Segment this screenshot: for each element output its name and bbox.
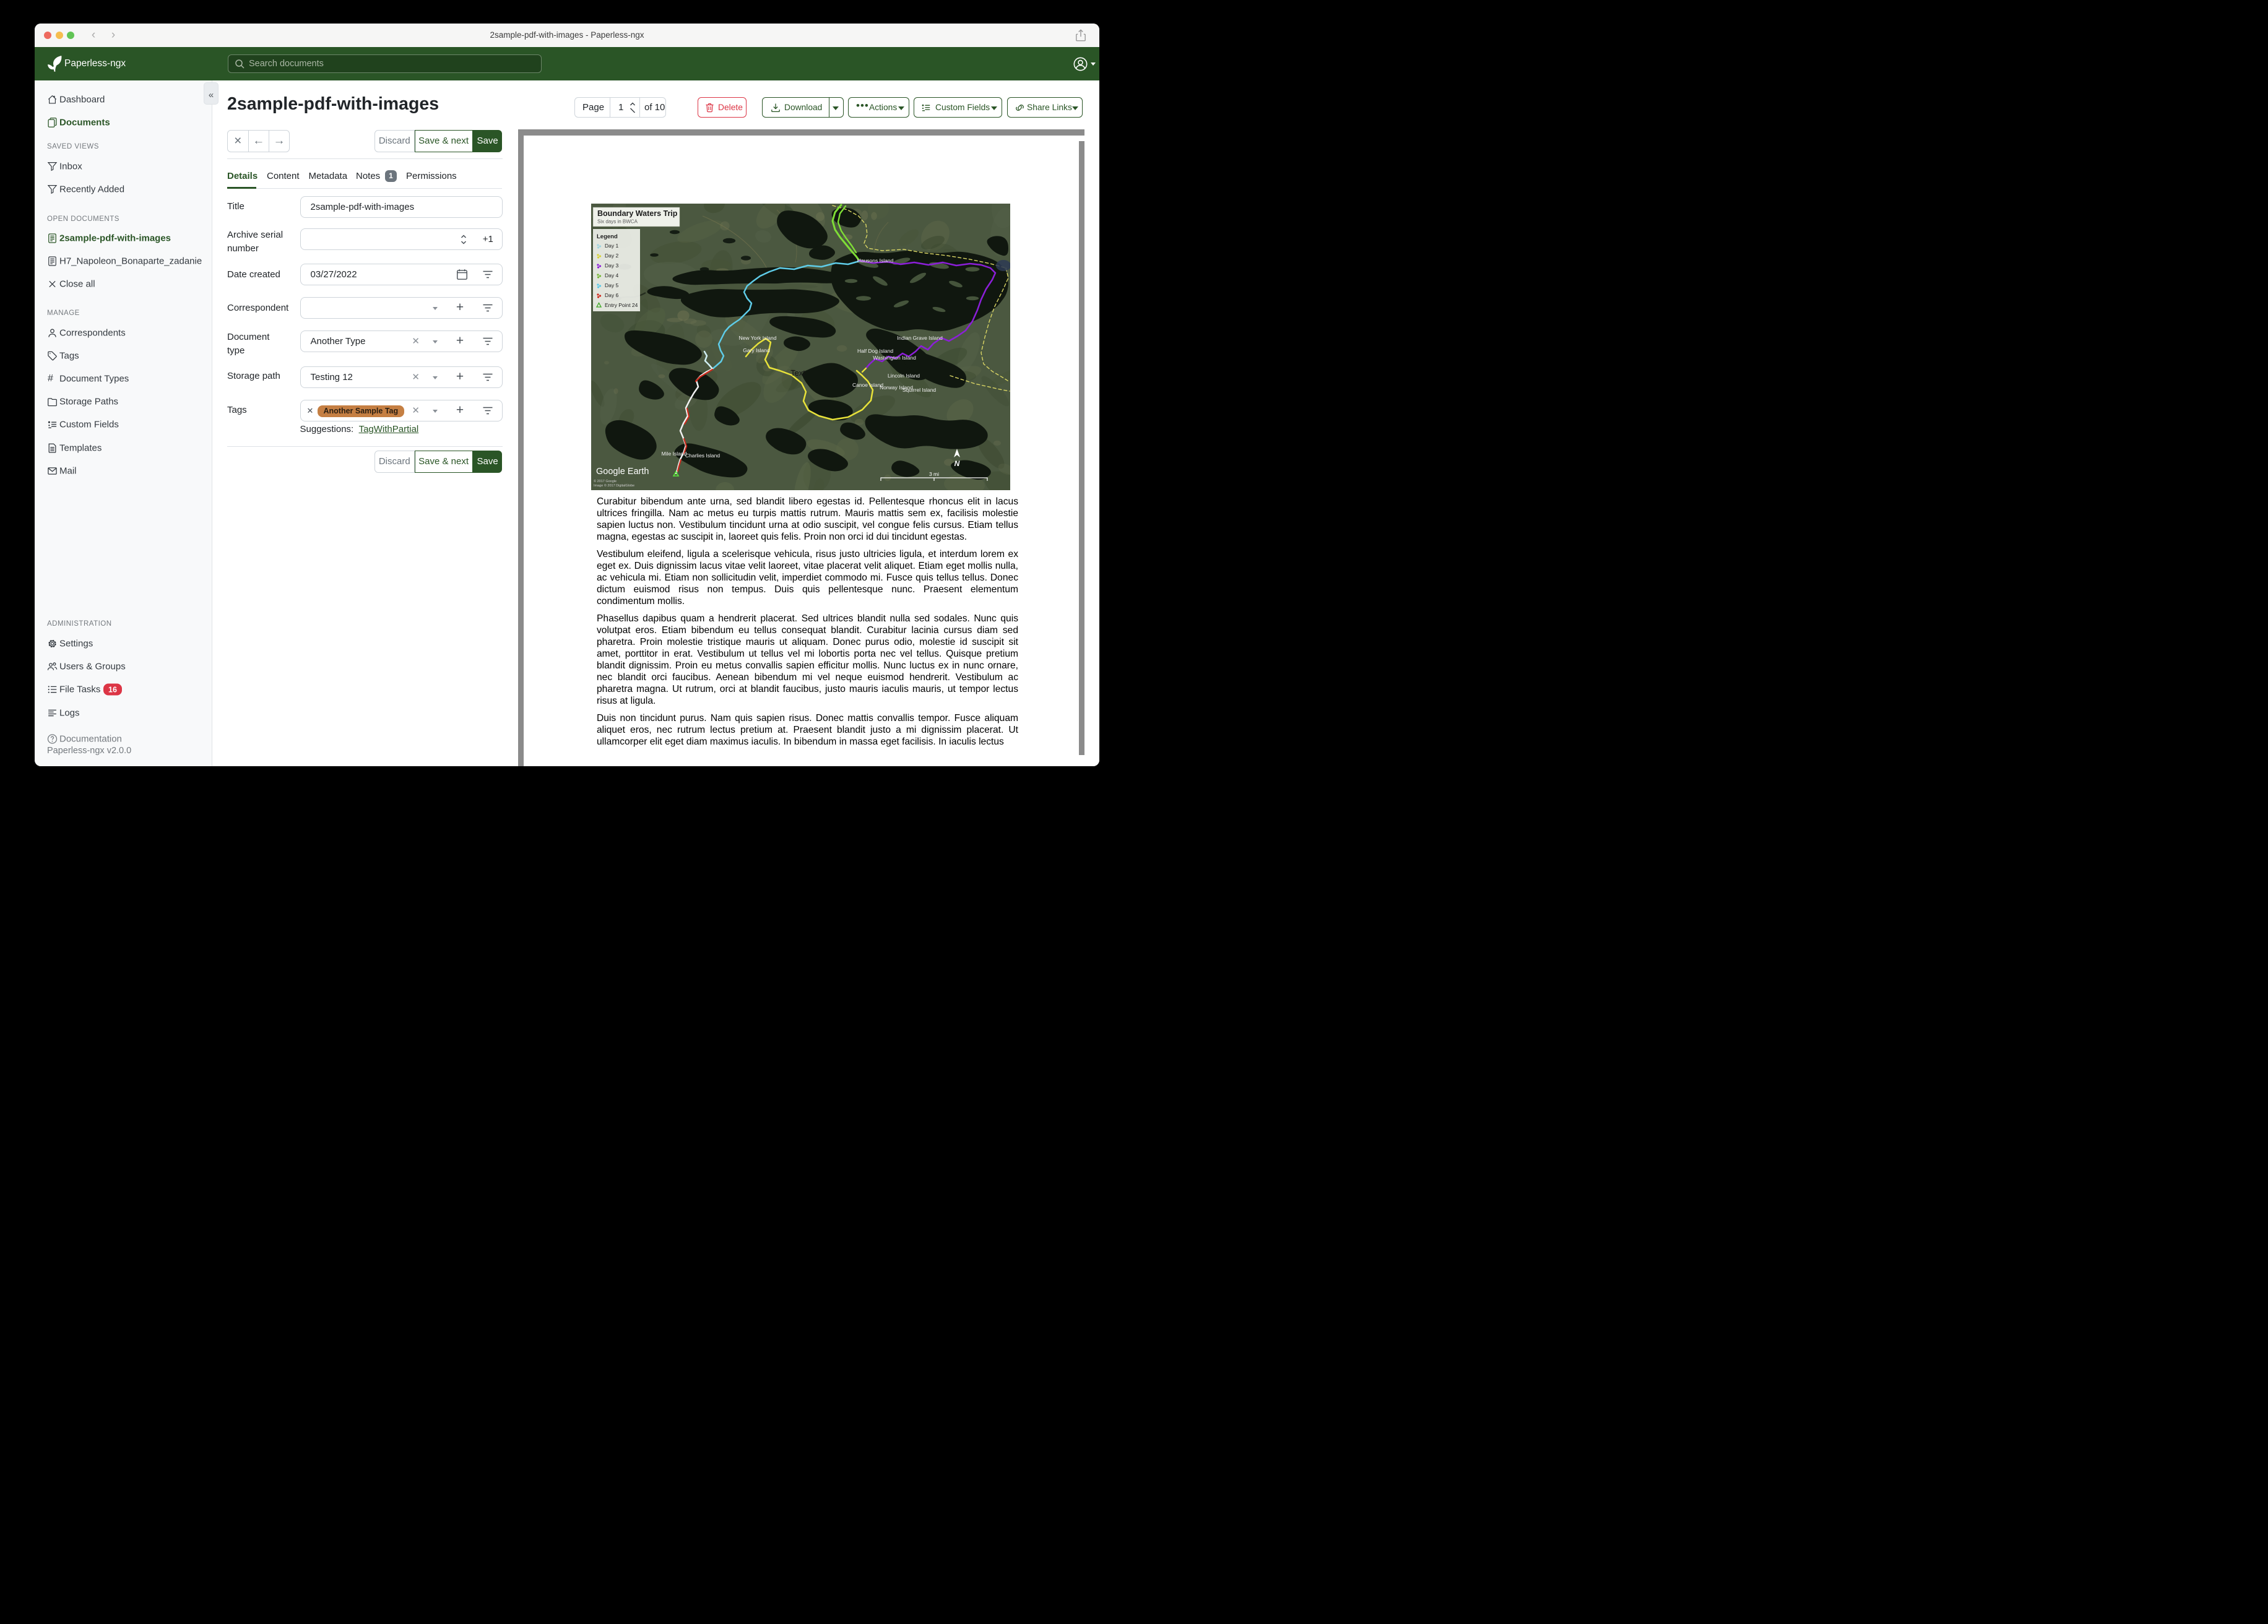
svg-text:Canoe Island: Canoe Island — [852, 382, 883, 388]
svg-text:Day 2: Day 2 — [605, 253, 618, 259]
svg-text:Day 5: Day 5 — [605, 282, 618, 288]
svg-text:New York Island: New York Island — [739, 335, 777, 341]
svg-text:Legend: Legend — [597, 233, 618, 240]
svg-text:Day 3: Day 3 — [605, 262, 618, 269]
svg-text:Charlies Island: Charlies Island — [685, 452, 720, 459]
svg-text:Lincoln Island: Lincoln Island — [888, 373, 920, 379]
svg-text:© 2017 Google: © 2017 Google — [594, 479, 617, 483]
svg-text:Indian Grave Island: Indian Grave Island — [897, 335, 943, 341]
svg-text:3 mi: 3 mi — [929, 471, 939, 477]
svg-text:Squirrel Island: Squirrel Island — [902, 387, 937, 393]
svg-text:Boundary Waters Trip: Boundary Waters Trip — [597, 209, 678, 218]
svg-text:Day 4: Day 4 — [605, 272, 618, 279]
svg-text:Day 6: Day 6 — [605, 292, 618, 298]
svg-text:Hausons Island: Hausons Island — [857, 257, 894, 264]
svg-text:Google Earth: Google Earth — [596, 467, 649, 477]
svg-text:Half Dog Island: Half Dog Island — [857, 348, 893, 354]
svg-text:Text: Text — [790, 368, 805, 378]
svg-text:Entry Point 24: Entry Point 24 — [605, 302, 638, 308]
svg-text:N: N — [954, 459, 960, 468]
svg-text:Six days in BWCA: Six days in BWCA — [597, 219, 638, 225]
svg-text:Mile Island: Mile Island — [662, 451, 687, 457]
svg-text:Image © 2017 DigitalGlobe: Image © 2017 DigitalGlobe — [594, 483, 634, 488]
svg-text:Washington Island: Washington Island — [873, 355, 916, 361]
svg-text:Day 1: Day 1 — [605, 243, 618, 249]
svg-text:Gary Island: Gary Island — [743, 347, 770, 353]
